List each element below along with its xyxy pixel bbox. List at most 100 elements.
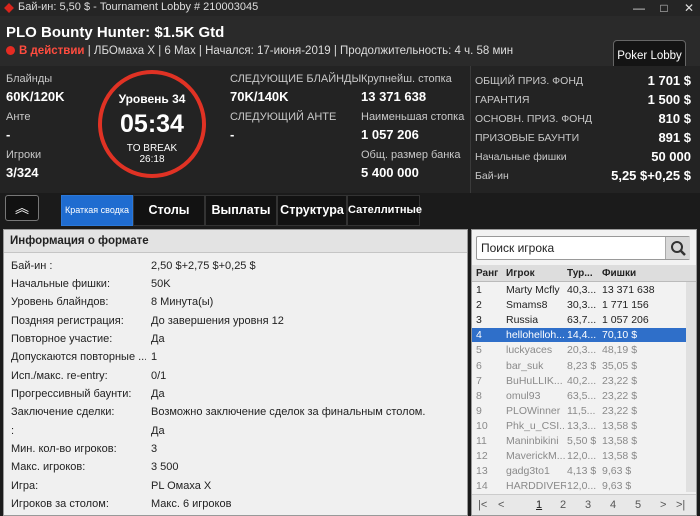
search-button[interactable] bbox=[665, 237, 690, 259]
format-key: Уровень блайндов: bbox=[11, 296, 109, 308]
minimize-button[interactable]: — bbox=[630, 0, 648, 16]
format-row: Заключение сделки: Возможно заключение сд… bbox=[4, 404, 467, 422]
format-key: Игра: bbox=[11, 480, 39, 492]
prev-page-button[interactable]: < bbox=[498, 499, 504, 511]
largest-stack-value: 13 371 638 bbox=[361, 89, 427, 104]
format-row: Уровень блайндов: 8 Минута(ы) bbox=[4, 294, 467, 312]
format-row: Исп./макс. re-entry: 0/1 bbox=[4, 368, 467, 386]
player-row[interactable]: 7 BuHuLLIK... 40,2... 23,22 $ bbox=[472, 374, 696, 388]
format-value: 3 bbox=[151, 443, 158, 455]
tournament-header: PLO Bounty Hunter: $1.5K Gtd В действии … bbox=[0, 16, 700, 72]
bank-size-value: 5 400 000 bbox=[361, 165, 419, 180]
player-name: MaverickM... bbox=[506, 450, 566, 463]
format-value: 2,50 $+2,75 $+0,25 $ bbox=[151, 260, 256, 272]
tab-structure[interactable]: Структура bbox=[277, 195, 347, 226]
player-row[interactable]: 14 HARDDIVER 12,0... 9,63 $ bbox=[472, 479, 696, 493]
prize-value: 891 $ bbox=[658, 130, 691, 145]
format-value: Да bbox=[151, 425, 165, 437]
page-3[interactable]: 3 bbox=[585, 499, 591, 511]
last-page-button[interactable]: >| bbox=[676, 499, 685, 511]
tournament-status: В действии | ЛБОмаха X | 6 Max | Начался… bbox=[6, 45, 513, 57]
player-name: Phk_u_CSI... bbox=[506, 419, 566, 432]
player-tournament: 12,0... bbox=[567, 480, 597, 493]
tab-tables[interactable]: Столы bbox=[133, 195, 205, 226]
player-tournament: 63,5... bbox=[567, 389, 597, 402]
player-chips: 13,58 $ bbox=[602, 435, 638, 447]
format-row: Допускаются повторные ... 1 bbox=[4, 349, 467, 367]
player-chips: 1 057 206 bbox=[602, 314, 649, 327]
player-row[interactable]: 11 Maninbikini 5,50 $ 13,58 $ bbox=[472, 434, 696, 448]
status-dot-icon bbox=[6, 46, 15, 55]
page-1[interactable]: 1 bbox=[536, 499, 542, 511]
player-row[interactable]: 2 Smams8 30,3... 1 771 156 bbox=[472, 298, 696, 312]
player-tournament: 11,5... bbox=[567, 404, 596, 417]
column-player[interactable]: Игрок bbox=[506, 268, 535, 279]
player-name: omul93 bbox=[506, 389, 541, 402]
player-row[interactable]: 12 MaverickM... 12,0... 13,58 $ bbox=[472, 449, 696, 463]
player-row[interactable]: 4 hellohelloh... 14,4... 70,10 $ bbox=[472, 328, 696, 343]
format-key: Прогрессивный баунти: bbox=[11, 388, 132, 400]
title-bar: Бай-ин: 5,50 $ - Tournament Lobby # 2100… bbox=[0, 0, 700, 16]
player-name: BuHuLLIK... bbox=[506, 374, 563, 387]
prize-label: Бай-ин bbox=[475, 170, 509, 182]
format-row: Игроков за столом: Макс. 6 игроков bbox=[4, 496, 467, 514]
format-key: Макс. игроков: bbox=[11, 461, 86, 473]
format-row: Макс. игроков: 3 500 bbox=[4, 459, 467, 477]
format-row: Мин. кол-во игроков: 3 bbox=[4, 441, 467, 459]
player-name: HARDDIVER bbox=[506, 480, 566, 493]
player-chips: 23,22 $ bbox=[602, 404, 638, 417]
collapse-chevron-icon[interactable]: ︽ bbox=[5, 195, 39, 221]
player-row[interactable]: 6 bar_suk 8,23 $ 35,05 $ bbox=[472, 359, 696, 373]
level-label: Уровень 34 bbox=[118, 92, 186, 106]
player-rank: 6 bbox=[476, 359, 482, 372]
close-button[interactable]: ✕ bbox=[680, 0, 698, 16]
player-rank: 11 bbox=[476, 435, 487, 447]
player-row[interactable]: 3 Russia 63,7... 1 057 206 bbox=[472, 313, 696, 327]
players-value: 3/324 bbox=[6, 165, 39, 180]
page-4[interactable]: 4 bbox=[610, 499, 616, 511]
column-chips[interactable]: Фишки bbox=[602, 268, 636, 279]
player-row[interactable]: 10 Phk_u_CSI... 13,3... 13,58 $ bbox=[472, 419, 696, 433]
player-tournament: 14,4... bbox=[567, 329, 597, 342]
player-tournament: 13,3... bbox=[567, 419, 597, 432]
player-row[interactable]: 1 Marty Mcfly 40,3... 13 371 638 bbox=[472, 283, 696, 297]
prize-value: 810 $ bbox=[658, 111, 691, 126]
player-row[interactable]: 8 omul93 63,5... 23,22 $ bbox=[472, 389, 696, 403]
prize-label: ОБЩИЙ ПРИЗ. ФОНД bbox=[475, 75, 584, 87]
format-row: Поздняя регистрация: До завершения уровня… bbox=[4, 313, 467, 331]
column-rank[interactable]: Ранг bbox=[476, 268, 498, 279]
tab-payouts[interactable]: Выплаты bbox=[205, 195, 277, 226]
ante-value: - bbox=[6, 127, 11, 142]
players-scrollbar[interactable] bbox=[686, 282, 696, 492]
first-page-button[interactable]: |< bbox=[478, 499, 487, 511]
player-chips: 48,19 $ bbox=[602, 344, 638, 357]
tab-satellites[interactable]: Сателлитные bbox=[347, 195, 422, 226]
format-value: Макс. 6 игроков bbox=[151, 498, 232, 510]
format-value: Да bbox=[151, 333, 165, 345]
page-5[interactable]: 5 bbox=[635, 499, 641, 511]
prize-label: ПРИЗОВЫЕ БАУНТИ bbox=[475, 132, 580, 144]
player-row[interactable]: 13 gadg3to1 4,13 $ 9,63 $ bbox=[472, 464, 696, 478]
prize-row: ОБЩИЙ ПРИЗ. ФОНД 1 701 $ bbox=[475, 72, 691, 90]
player-chips: 9,63 $ bbox=[602, 465, 632, 478]
ante-label: Анте bbox=[6, 111, 31, 123]
column-tournament[interactable]: Тур... bbox=[567, 268, 593, 279]
player-search-input[interactable] bbox=[481, 240, 651, 256]
tab-summary[interactable]: Краткая сводка bbox=[61, 195, 133, 226]
player-tournament: 40,3... bbox=[567, 284, 597, 296]
maximize-button[interactable]: □ bbox=[655, 0, 673, 16]
prize-label: Начальные фишки bbox=[475, 151, 567, 163]
format-value: 0/1 bbox=[151, 370, 167, 382]
next-page-button[interactable]: > bbox=[660, 499, 666, 511]
player-name: Marty Mcfly bbox=[506, 284, 560, 296]
page-2[interactable]: 2 bbox=[560, 499, 566, 511]
player-chips: 13 371 638 bbox=[602, 284, 655, 296]
format-value: PL Омаха X bbox=[151, 480, 212, 492]
format-key: Игроков за столом: bbox=[11, 498, 109, 510]
player-row[interactable]: 9 PLOWinner 11,5... 23,22 $ bbox=[472, 404, 696, 418]
player-row[interactable]: 5 luckyaces 20,3... 48,19 $ bbox=[472, 343, 696, 357]
format-key: Мин. кол-во игроков: bbox=[11, 443, 117, 455]
player-name: gadg3to1 bbox=[506, 465, 550, 478]
player-rank: 2 bbox=[476, 299, 482, 312]
players-pager: |< < 1 2 3 4 5 > >| bbox=[472, 494, 696, 515]
